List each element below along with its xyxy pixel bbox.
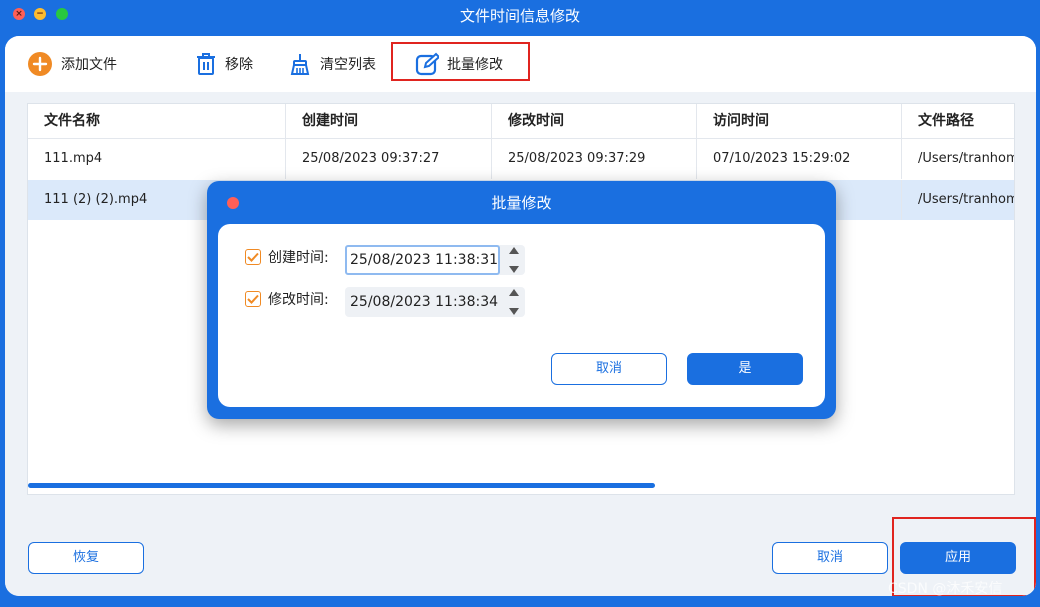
modified-time-field: 修改时间:: [245, 285, 329, 313]
column-header-created[interactable]: 创建时间: [286, 104, 492, 139]
cell-path: /Users/tranhom: [918, 151, 1015, 166]
window-title: 文件时间信息修改: [459, 7, 580, 25]
cell-accessed: 07/10/2023 15:29:02: [697, 139, 902, 179]
checkmark-icon: [247, 252, 259, 262]
dialog-body: 创建时间: 修改时间: 取消 是: [218, 224, 825, 407]
column-header-modified[interactable]: 修改时间: [492, 104, 697, 139]
batch-edit-dialog: 批量修改 创建时间: 修改时间:: [207, 181, 836, 419]
created-time-field: 创建时间:: [245, 243, 329, 271]
add-file-label: 添加文件: [61, 57, 117, 73]
highlight-box-batch-edit: [391, 42, 530, 81]
arrow-up-icon: [509, 247, 519, 254]
created-time-arrows[interactable]: [507, 247, 521, 273]
broom-icon: [288, 52, 312, 76]
cell-modified: 25/08/2023 09:37:29: [492, 139, 697, 179]
title-bar: × − 文件时间信息修改: [0, 0, 1040, 30]
cell-path: /Users/tranhom: [918, 192, 1015, 207]
remove-label: 移除: [225, 57, 253, 73]
arrow-down-icon: [509, 266, 519, 273]
remove-button[interactable]: 移除: [195, 50, 253, 78]
dialog-cancel-button[interactable]: 取消: [551, 353, 667, 385]
trash-icon: [195, 52, 217, 76]
clear-list-button[interactable]: 清空列表: [288, 50, 376, 78]
created-time-stepper[interactable]: [345, 245, 525, 275]
table-header: 文件名称 创建时间 修改时间 访问时间 文件路径: [28, 104, 1014, 139]
arrow-down-icon: [509, 308, 519, 315]
arrow-up-icon: [509, 289, 519, 296]
modified-time-checkbox[interactable]: [245, 291, 261, 307]
add-file-button[interactable]: 添加文件: [27, 50, 117, 78]
table-row[interactable]: 111.mp4 25/08/2023 09:37:27 25/08/2023 0…: [28, 139, 1014, 179]
modified-time-input[interactable]: [345, 289, 500, 315]
watermark: CSDN @沐禾安信: [888, 581, 1003, 597]
clear-list-label: 清空列表: [320, 57, 376, 73]
horizontal-scrollbar[interactable]: [28, 483, 655, 488]
modified-time-arrows[interactable]: [507, 289, 521, 315]
restore-button[interactable]: 恢复: [28, 542, 144, 574]
plus-circle-icon: [27, 51, 53, 77]
column-header-accessed[interactable]: 访问时间: [697, 104, 902, 139]
column-header-name[interactable]: 文件名称: [28, 104, 286, 139]
column-header-path[interactable]: 文件路径: [902, 104, 1014, 139]
cell-name: 111.mp4: [28, 139, 286, 179]
created-time-checkbox[interactable]: [245, 249, 261, 265]
checkmark-icon: [247, 294, 259, 304]
footer-bar: 恢复 取消 应用: [5, 518, 1036, 596]
modified-time-label: 修改时间:: [268, 292, 329, 308]
modified-time-stepper[interactable]: [345, 287, 525, 317]
cell-created: 25/08/2023 09:37:27: [286, 139, 492, 179]
dialog-title: 批量修改: [491, 194, 552, 212]
dialog-yes-button[interactable]: 是: [687, 353, 803, 385]
cancel-button[interactable]: 取消: [772, 542, 888, 574]
created-time-label: 创建时间:: [268, 250, 329, 266]
created-time-input[interactable]: [345, 245, 500, 275]
